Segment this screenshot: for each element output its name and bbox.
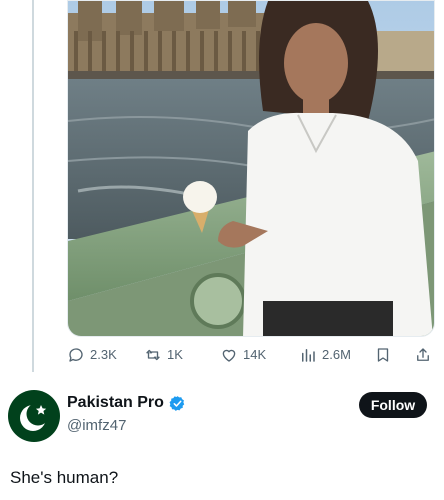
repost-icon xyxy=(146,349,160,361)
bookmark-icon xyxy=(377,348,389,362)
reply-button[interactable]: 2.3K xyxy=(67,344,117,366)
post-body-text: She's human? xyxy=(10,468,119,487)
view-count: 2.6M xyxy=(322,347,351,362)
author-name-link[interactable]: Pakistan Pro xyxy=(67,394,186,412)
repost-button[interactable]: 1K xyxy=(144,344,183,366)
like-count: 14K xyxy=(243,347,267,362)
share-button[interactable] xyxy=(414,344,437,366)
heart-icon xyxy=(222,349,236,362)
author-display-name: Pakistan Pro xyxy=(67,394,164,411)
crescent-star-icon xyxy=(8,390,60,442)
reply-count: 2.3K xyxy=(90,347,117,362)
post-author-header: Pakistan Pro @imfz47 Follow xyxy=(0,386,444,446)
post-action-bar: 2.3K 1K 14K 2.6M xyxy=(67,344,439,366)
avatar[interactable] xyxy=(8,390,60,442)
post-media-photo[interactable] xyxy=(67,0,435,337)
views-button[interactable]: 2.6M xyxy=(299,344,351,366)
thread-connector-line xyxy=(32,0,34,372)
share-icon xyxy=(417,348,429,361)
reply-icon xyxy=(69,348,83,362)
like-button[interactable]: 14K xyxy=(220,344,266,366)
views-chart-icon xyxy=(302,349,315,362)
photo-illustration xyxy=(68,1,434,336)
author-handle[interactable]: @imfz47 xyxy=(67,417,126,434)
verified-badge-icon xyxy=(169,395,185,411)
follow-button[interactable]: Follow xyxy=(359,392,427,418)
bookmark-button[interactable] xyxy=(374,344,397,366)
repost-count: 1K xyxy=(167,347,183,362)
